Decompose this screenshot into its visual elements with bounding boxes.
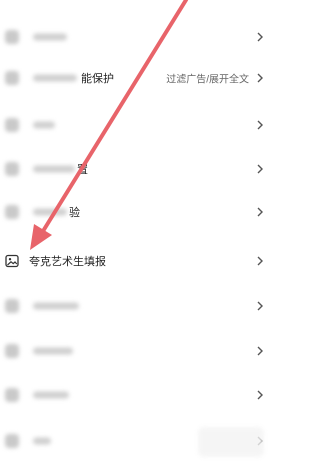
settings-row-label: 置	[77, 164, 88, 176]
settings-row[interactable]	[0, 283, 271, 329]
blurred-label	[33, 121, 55, 129]
settings-row-label: 验	[69, 207, 80, 219]
image-icon	[5, 254, 19, 268]
chevron-right-icon	[257, 73, 263, 83]
settings-row[interactable]: 验	[0, 189, 271, 235]
settings-row-label: 夸克艺术生填报	[29, 256, 106, 268]
settings-row-value: 过滤广告/展开全文	[166, 74, 249, 86]
settings-row[interactable]	[0, 14, 271, 60]
chevron-right-icon	[257, 346, 263, 356]
settings-row-icon	[5, 388, 19, 402]
blurred-label	[33, 33, 67, 41]
chevron-right-icon	[257, 164, 263, 174]
settings-row-icon	[5, 299, 19, 313]
settings-row[interactable]	[0, 102, 271, 148]
settings-row-label: 能保护	[81, 73, 114, 85]
settings-row-quark-art-student-filling[interactable]: 夸克艺术生填报	[0, 238, 271, 284]
chevron-right-icon	[257, 390, 263, 400]
settings-row[interactable]: 能保护 过滤广告/展开全文	[0, 55, 271, 101]
settings-row-icon	[5, 344, 19, 358]
settings-row[interactable]	[0, 372, 271, 418]
blurred-label	[33, 208, 67, 216]
settings-row-icon	[5, 205, 19, 219]
settings-row-icon	[5, 118, 19, 132]
settings-list: 能保护 过滤广告/展开全文 置 验 夸克艺术生填报	[0, 0, 271, 465]
settings-row[interactable]: 置	[0, 146, 271, 192]
blurred-label	[33, 437, 51, 445]
settings-row-icon	[5, 434, 19, 448]
settings-row-icon	[5, 30, 19, 44]
chevron-right-icon	[257, 120, 263, 130]
chevron-right-icon	[257, 301, 263, 311]
chevron-right-icon	[257, 207, 263, 217]
chevron-right-icon	[257, 256, 263, 266]
settings-row-icon	[5, 71, 19, 85]
blurred-label	[33, 391, 69, 399]
blurred-label	[33, 347, 73, 355]
settings-row-icon	[5, 162, 19, 176]
blurred-label	[33, 302, 79, 310]
chevron-right-icon	[257, 32, 263, 42]
blurred-label	[33, 165, 75, 173]
blurred-label	[33, 74, 77, 82]
blurred-floating-button	[198, 427, 264, 457]
settings-row[interactable]	[0, 328, 271, 374]
